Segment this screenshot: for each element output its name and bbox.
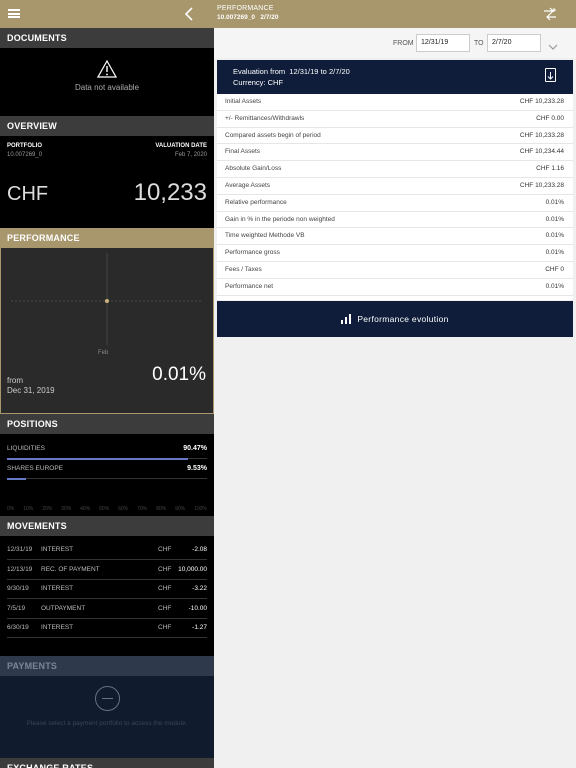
bar-chart-icon — [341, 314, 352, 324]
chevron-down-icon[interactable] — [548, 38, 558, 50]
page-title: PERFORMANCE — [217, 5, 274, 12]
page-subtitle: 10.007269_0 2/7/20 — [217, 14, 279, 21]
evaluation-title: Evaluation from 12/31/19 to 2/7/20 — [233, 67, 350, 76]
performance-panel[interactable]: Feb from Dec 31, 2019 0.01% — [0, 248, 214, 414]
position-row: SHARES EUROPE 9.53% — [7, 465, 207, 472]
evaluation-row: Relative performance 0.01% — [217, 195, 573, 212]
date-filter: FROM 12/31/19 TO 2/7/20 — [214, 28, 576, 58]
performance-axis-label: Feb — [98, 350, 109, 356]
payments-heading[interactable]: PAYMENTS — [0, 656, 214, 676]
from-date-input[interactable]: 12/31/19 — [416, 34, 470, 52]
evaluation-header: Evaluation from 12/31/19 to 2/7/20 Curre… — [217, 60, 573, 94]
documents-empty-text: Data not available — [74, 83, 140, 92]
evaluation-row: Time weighted Methode VB 0.01% — [217, 228, 573, 246]
to-date-input[interactable]: 2/7/20 — [487, 34, 541, 52]
evaluation-row: Absolute Gain/Loss CHF 1.16 — [217, 161, 573, 178]
back-chevron-icon[interactable] — [182, 6, 196, 22]
documents-heading[interactable]: DOCUMENTS — [0, 28, 214, 48]
positions-heading[interactable]: POSITIONS — [0, 414, 214, 434]
exchange-rates-heading[interactable]: EXCHANGE RATES — [0, 758, 214, 768]
performance-heading[interactable]: PERFORMANCE — [0, 228, 214, 248]
positions-panel[interactable]: LIQUIDITIES 90.47% SHARES EUROPE 9.53% 0% 1… — [0, 434, 214, 516]
performance-point — [105, 299, 109, 303]
evaluation-table: Initial Assets CHF 10,233.28 +/- Remittanc… — [217, 94, 573, 296]
evaluation-row: Fees / Taxes CHF 0 — [217, 262, 573, 279]
movements-panel[interactable]: 12/31/19 INTEREST CHF -2.08 12/13/19 REC. OF … — [0, 536, 214, 656]
evaluation-row: +/- Remittances/Withdrawls CHF 0.00 — [217, 111, 573, 128]
position-bar — [7, 478, 207, 480]
scale-label: 50% — [99, 506, 110, 512]
performance-from-date: Dec 31, 2019 — [7, 386, 55, 395]
scale-label: 80% — [156, 506, 167, 512]
valuation-date-value: Feb 7, 2020 — [174, 152, 207, 158]
from-label: FROM — [393, 40, 414, 47]
overview-currency: CHF — [7, 183, 49, 205]
scale-label: 0% — [7, 506, 15, 512]
scale-label: 10% — [23, 506, 34, 512]
position-row: LIQUIDITIES 90.47% — [7, 445, 207, 452]
position-bar-fill — [7, 478, 27, 480]
performance-from-label: from — [7, 376, 23, 385]
movement-row[interactable]: 12/13/19 REC. OF PAYMENT CHF 10,000.00 — [7, 560, 207, 580]
overview-amount: 10,233 — [133, 179, 207, 206]
portfolio-label: PORTFOLIO — [7, 143, 42, 149]
overview-heading[interactable]: OVERVIEW — [0, 116, 214, 136]
evaluation-row: Final Assets CHF 10,234.44 — [217, 144, 573, 162]
scale-label: 60% — [118, 506, 129, 512]
documents-panel: Data not available — [0, 48, 214, 116]
movement-row[interactable]: 6/30/19 INTEREST CHF -1.27 — [7, 618, 207, 638]
evaluation-row: Gain in % in the periode non weighted 0.0… — [217, 212, 573, 229]
switch-portfolio-icon[interactable] — [542, 7, 558, 21]
scale-label: 100% — [194, 506, 207, 512]
sidebar: DOCUMENTS Data not available OVERVIEW PO… — [0, 28, 214, 768]
scale-label: 40% — [80, 506, 91, 512]
performance-value: 0.01% — [152, 364, 206, 385]
position-bar — [7, 458, 207, 460]
payments-panel: Please select a payment portfolio to acc… — [0, 676, 214, 758]
evaluation-row: Performance gross 0.01% — [217, 245, 573, 262]
position-scale: 0% 10% 20% 30% 40% 50% 60% 70% 80% 90% 100% — [7, 506, 207, 512]
movement-row[interactable]: 9/30/19 INTEREST CHF -3.22 — [7, 579, 207, 599]
performance-evolution-button[interactable]: Performance evolution — [217, 301, 573, 337]
evaluation-card: Evaluation from 12/31/19 to 2/7/20 Curre… — [217, 60, 573, 300]
evaluation-row: Average Assets CHF 10,233.28 — [217, 178, 573, 195]
position-bar-fill — [7, 458, 188, 460]
scale-label: 30% — [61, 506, 72, 512]
scale-label: 70% — [137, 506, 148, 512]
to-label: TO — [474, 40, 484, 47]
minus-circle-icon — [95, 686, 120, 711]
scale-label: 90% — [175, 506, 186, 512]
main-content: FROM 12/31/19 TO 2/7/20 Evaluation from … — [214, 28, 576, 768]
evaluation-row: Performance net 0.01% — [217, 279, 573, 296]
movement-row[interactable]: 12/31/19 INTEREST CHF -2.08 — [7, 540, 207, 560]
warning-icon — [96, 59, 118, 78]
evaluation-row: Initial Assets CHF 10,233.28 — [217, 94, 573, 111]
menu-icon[interactable] — [8, 9, 20, 18]
overview-panel[interactable]: PORTFOLIO 10.007269_0 VALUATION DATE Feb… — [0, 136, 214, 228]
movements-heading[interactable]: MOVEMENTS — [0, 516, 214, 536]
valuation-date-label: VALUATION DATE — [155, 143, 207, 149]
portfolio-value: 10.007269_0 — [7, 152, 43, 158]
payments-text: Please select a payment portfolio to acc… — [26, 720, 188, 727]
top-bar: PERFORMANCE 10.007269_0 2/7/20 — [0, 0, 576, 28]
movement-row[interactable]: 7/5/19 OUTPAYMENT CHF -10.00 — [7, 599, 207, 619]
download-icon[interactable] — [545, 68, 556, 82]
scale-label: 20% — [42, 506, 53, 512]
evaluation-row: Compared assets begin of period CHF 10,23… — [217, 128, 573, 145]
evaluation-currency: Currency: CHF — [233, 78, 284, 87]
